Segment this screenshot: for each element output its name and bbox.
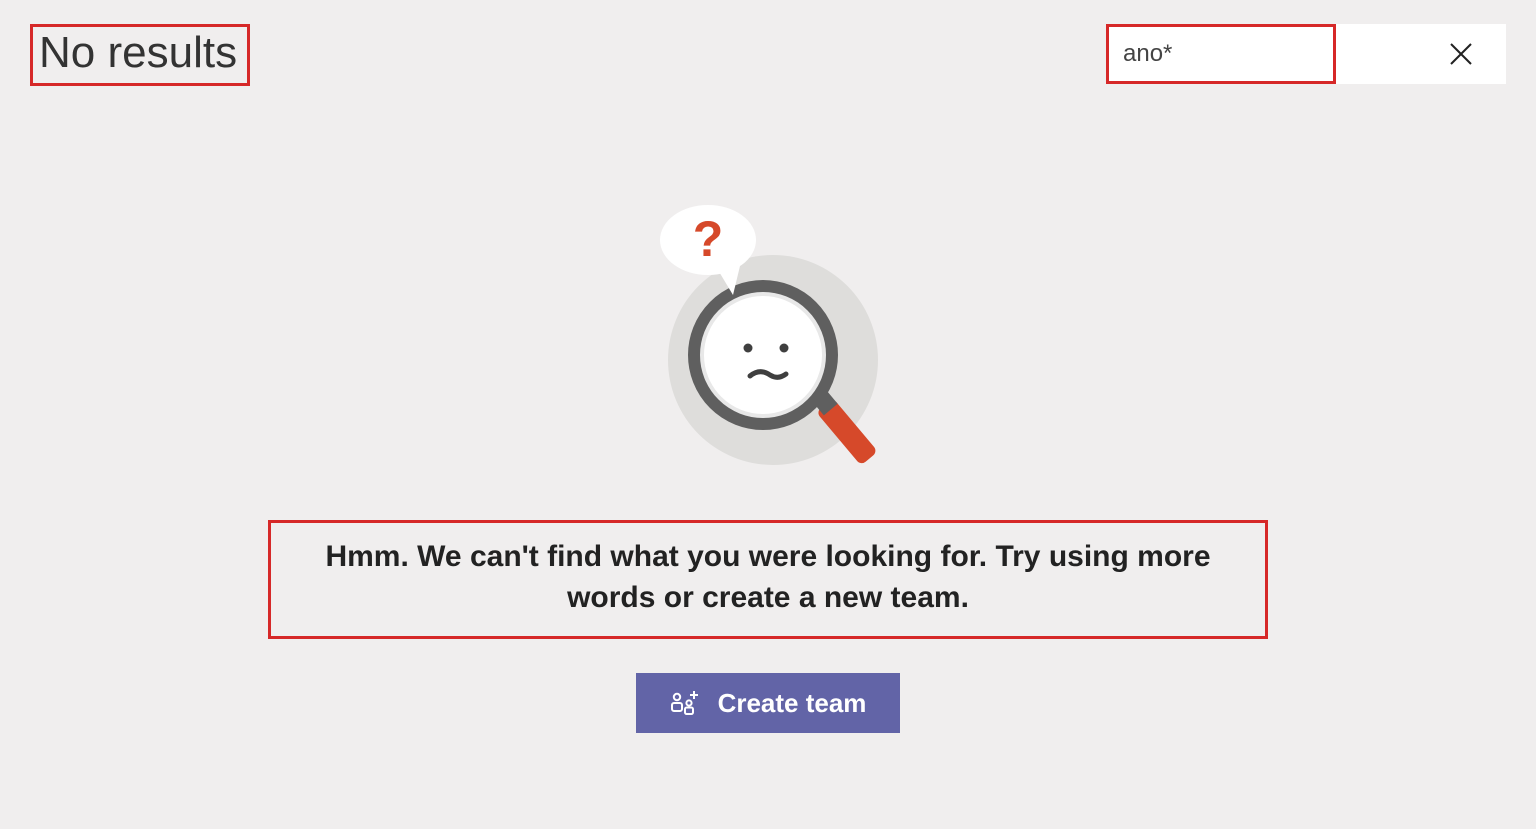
search-input-highlight <box>1106 24 1336 84</box>
search-input[interactable] <box>1123 40 1319 68</box>
create-team-label: Create team <box>718 688 867 719</box>
create-team-button[interactable]: Create team <box>636 673 901 733</box>
empty-message: Hmm. We can't find what you were looking… <box>295 537 1241 618</box>
page-title: No results <box>39 29 237 77</box>
clear-search-button[interactable] <box>1336 24 1506 84</box>
svg-text:?: ? <box>693 211 724 267</box>
empty-state: ? Hmm. We can't find what you were looki… <box>0 200 1536 733</box>
search-area <box>1106 24 1506 84</box>
close-icon <box>1448 41 1474 67</box>
empty-message-highlight: Hmm. We can't find what you were looking… <box>268 520 1268 639</box>
page-title-highlight: No results <box>30 24 250 86</box>
no-results-illustration: ? <box>638 200 898 480</box>
create-team-icon <box>670 689 700 717</box>
